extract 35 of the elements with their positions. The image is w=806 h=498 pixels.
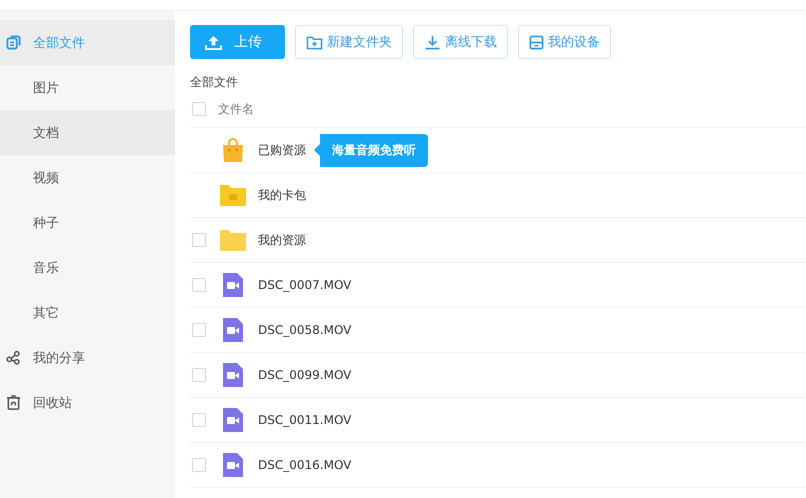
sidebar-item[interactable]: 视频 [0, 155, 175, 200]
checkbox[interactable] [192, 323, 206, 337]
sidebar-item[interactable]: 文档 [0, 110, 175, 155]
checkbox[interactable] [192, 368, 206, 382]
checkbox[interactable] [192, 233, 206, 247]
files-icon [6, 35, 21, 50]
file-name[interactable]: DSC_0011.MOV [258, 413, 352, 427]
column-header: 文件名 [218, 100, 254, 118]
file-name[interactable]: DSC_0016.MOV [258, 458, 352, 472]
sidebar-item[interactable]: 我的分享 [0, 335, 175, 380]
checkbox[interactable] [192, 458, 206, 472]
file-name[interactable]: 已购资源 [258, 142, 306, 158]
file-name[interactable]: 我的卡包 [258, 186, 306, 204]
share-icon [6, 350, 21, 365]
file-name[interactable]: DSC_0007.MOV [258, 278, 352, 292]
checkbox[interactable] [192, 102, 206, 116]
sidebar-item[interactable]: 回收站 [0, 380, 175, 425]
checkbox[interactable] [192, 278, 206, 292]
sidebar-item[interactable]: 种子 [0, 200, 175, 245]
trash-icon [6, 395, 21, 410]
device-icon [529, 34, 544, 50]
file-name[interactable]: DSC_0058.MOV [258, 323, 352, 337]
folder-plus-icon [306, 34, 323, 50]
upload-icon [205, 34, 222, 50]
checkbox[interactable] [192, 413, 206, 427]
file-name[interactable]: DSC_0099.MOV [258, 368, 352, 382]
wallet-folder-icon [219, 183, 247, 207]
tooltip: 海量音频免费听 [314, 134, 428, 166]
sidebar-item[interactable]: 音乐 [0, 245, 175, 290]
file-name[interactable]: 我的资源 [258, 232, 306, 248]
sidebar-item[interactable]: 其它 [0, 290, 175, 335]
folder-icon [219, 228, 247, 252]
breadcrumb: 全部文件 [190, 74, 239, 91]
download-icon [424, 34, 441, 50]
sidebar-item[interactable]: 图片 [0, 65, 175, 110]
